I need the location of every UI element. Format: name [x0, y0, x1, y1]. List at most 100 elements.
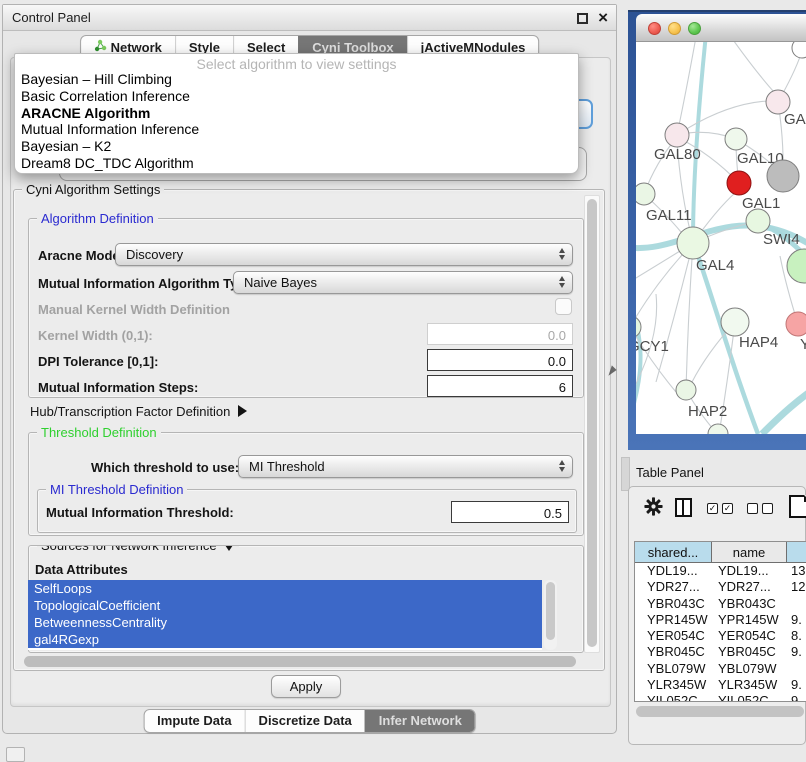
- table-cell: YER054C: [635, 628, 712, 644]
- algorithm-option-aracne-algorithm[interactable]: ARACNE Algorithm: [15, 105, 578, 122]
- mi-type-select[interactable]: Naive Bayes: [233, 271, 573, 294]
- table-cell: YDL19...: [635, 563, 712, 579]
- table-row[interactable]: YER054CYER054C8.: [635, 628, 806, 644]
- settings-horizontal-scrollbar[interactable]: [22, 656, 582, 668]
- collapse-down-icon: [223, 545, 235, 551]
- network-node-hap2[interactable]: [676, 380, 696, 400]
- node-label: HAP4: [739, 334, 778, 351]
- attribute-item-topologicalcoefficient[interactable]: TopologicalCoefficient: [28, 597, 542, 614]
- network-node-hap4[interactable]: [721, 308, 749, 336]
- algorithm-option-mutual-information-inference[interactable]: Mutual Information Inference: [15, 121, 578, 138]
- kernel-width-field[interactable]: [427, 323, 573, 345]
- mac-zoom-icon[interactable]: [688, 22, 701, 35]
- table-row[interactable]: YLR345WYLR345W9.: [635, 677, 806, 693]
- node-label: GAL11: [646, 207, 692, 224]
- column-header-extra[interactable]: [787, 542, 806, 562]
- network-node[interactable]: [767, 160, 799, 192]
- table-row[interactable]: YBR043CYBR043C: [635, 596, 806, 612]
- tab-label: Impute Data: [157, 713, 231, 728]
- mac-close-icon[interactable]: [648, 22, 661, 35]
- network-nodes[interactable]: GALGAL80GAL10GAL1GAL11GAL4SWI4GCY1HAP4YH…: [636, 42, 806, 434]
- tab-impute-data[interactable]: Impute Data: [144, 710, 244, 732]
- mi-threshold-label: Mutual Information Threshold:: [46, 505, 234, 520]
- bottom-tab-bar: Impute Data Discretize DataInfer Network: [143, 709, 476, 733]
- table-header-row: shared...name: [635, 542, 806, 563]
- apply-button[interactable]: Apply: [271, 675, 341, 698]
- float-window-icon[interactable]: [577, 13, 588, 24]
- network-node-y[interactable]: [786, 312, 806, 336]
- deselect-all-icon[interactable]: [747, 503, 773, 514]
- manual-kernel-checkbox[interactable]: [555, 298, 572, 315]
- unchecked-box-icon: [762, 503, 773, 514]
- table-row[interactable]: YDR27...YDR27...12: [635, 579, 806, 595]
- algorithm-option-list: Bayesian – Hill ClimbingBasic Correlatio…: [15, 71, 578, 172]
- algorithm-definition-title: Algorithm Definition: [37, 210, 158, 227]
- table-row[interactable]: YBR045CYBR045C9.: [635, 644, 806, 660]
- aracne-mode-select[interactable]: Discovery: [115, 243, 573, 266]
- table-row[interactable]: YBL079WYBL079W: [635, 661, 806, 677]
- table-horizontal-thumb[interactable]: [636, 706, 804, 717]
- network-node-gal10[interactable]: [725, 128, 747, 150]
- table-cell: YDL19...: [712, 563, 787, 579]
- dpi-tolerance-field[interactable]: [427, 349, 573, 371]
- table-cell: 12: [787, 579, 806, 595]
- network-node-swi4[interactable]: [746, 209, 770, 233]
- table-cell: [787, 661, 806, 677]
- network-node[interactable]: [787, 249, 806, 283]
- network-node-gal1[interactable]: [727, 171, 751, 195]
- network-canvas[interactable]: GALGAL80GAL10GAL1GAL11GAL4SWI4GCY1HAP4YH…: [636, 42, 806, 434]
- settings-vertical-scrollbar[interactable]: [584, 195, 600, 653]
- control-panel-titlebar: Control Panel ×: [3, 5, 616, 31]
- mi-threshold-definition-title: MI Threshold Definition: [46, 481, 187, 498]
- network-node-gal4[interactable]: [677, 227, 709, 259]
- document-icon[interactable]: [789, 495, 806, 518]
- split-columns-icon[interactable]: [675, 498, 692, 517]
- attribute-item-betweennesscentrality[interactable]: BetweennessCentrality: [28, 614, 542, 631]
- threshold-definition-title: Threshold Definition: [37, 424, 161, 441]
- close-icon[interactable]: ×: [598, 8, 608, 28]
- algorithm-option-basic-correlation-inference[interactable]: Basic Correlation Inference: [15, 88, 578, 105]
- which-threshold-select[interactable]: MI Threshold: [238, 455, 573, 478]
- network-node[interactable]: [708, 424, 728, 434]
- tab-discretize-data[interactable]: Discretize Data: [245, 710, 365, 732]
- table-panel-window: ✓ ✓ shared...name YDL19...YDL19...13YDR2…: [628, 486, 806, 745]
- network-node-gal80[interactable]: [665, 123, 689, 147]
- attributes-scrollbar-thumb[interactable]: [546, 582, 555, 640]
- mac-minimize-icon[interactable]: [668, 22, 681, 35]
- select-all-icon[interactable]: ✓ ✓: [707, 503, 733, 514]
- column-header-name[interactable]: name: [712, 542, 787, 562]
- column-header-shared[interactable]: shared...: [635, 542, 712, 562]
- mi-type-value: Naive Bayes: [244, 275, 317, 290]
- hub-definition-toggle[interactable]: Hub/Transcription Factor Definition: [30, 404, 247, 419]
- attribute-item-gal4rgexp[interactable]: gal4RGexp: [28, 631, 542, 648]
- sources-toggle[interactable]: Sources for Network Inference: [37, 545, 239, 554]
- checked-box-icon: ✓: [722, 503, 733, 514]
- settings-horizontal-thumb[interactable]: [24, 656, 576, 667]
- node-label: GAL4: [696, 257, 734, 274]
- algorithm-option-bayesian-hill-climbing[interactable]: Bayesian – Hill Climbing: [15, 71, 578, 88]
- gear-icon[interactable]: [644, 497, 663, 521]
- attributes-scrollbar[interactable]: [544, 580, 557, 650]
- table-cell: YBR043C: [635, 596, 712, 612]
- control-panel-title: Control Panel: [3, 10, 91, 25]
- mi-type-label: Mutual Information Algorithm Type:: [38, 276, 257, 291]
- mi-threshold-field[interactable]: [451, 501, 569, 523]
- mi-steps-field[interactable]: [427, 375, 573, 397]
- algorithm-option-dream8-dc-tdc-algorithm[interactable]: Dream8 DC_TDC Algorithm: [15, 155, 578, 172]
- table-row[interactable]: YIL052CYIL052C9: [635, 693, 806, 702]
- table-row[interactable]: YPR145WYPR145W9.: [635, 612, 806, 628]
- network-node-gal11[interactable]: [636, 183, 655, 205]
- table-cell: 9.: [787, 677, 806, 693]
- table-horizontal-scrollbar[interactable]: [634, 705, 806, 718]
- unchecked-box-icon: [747, 503, 758, 514]
- algorithm-option-bayesian-k2[interactable]: Bayesian – K2: [15, 138, 578, 155]
- panel-splitter-fragment[interactable]: [621, 457, 630, 491]
- table-row[interactable]: YDL19...YDL19...13: [635, 563, 806, 579]
- settings-vertical-thumb[interactable]: [587, 199, 597, 647]
- attribute-item-selfloops[interactable]: SelfLoops: [28, 580, 542, 597]
- network-window-titlebar[interactable]: [636, 14, 806, 42]
- minimized-panel-fragment[interactable]: [6, 747, 25, 762]
- tab-infer-network[interactable]: Infer Network: [365, 710, 475, 732]
- network-node[interactable]: [792, 42, 806, 58]
- which-threshold-label: Which threshold to use:: [91, 460, 239, 475]
